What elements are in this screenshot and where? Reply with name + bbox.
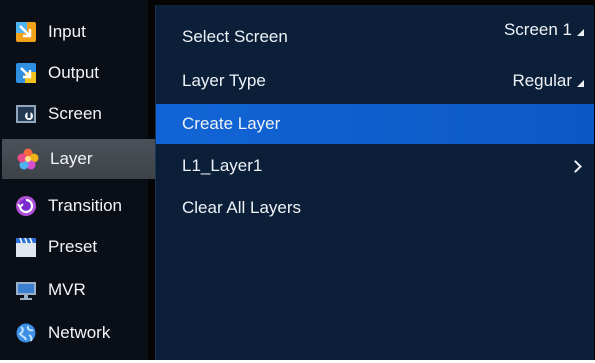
- input-icon: [16, 22, 36, 42]
- sidebar-item-screen[interactable]: Screen: [0, 94, 148, 134]
- chevron-right-icon: [569, 159, 582, 173]
- layer-type-label: Layer Type: [182, 71, 266, 90]
- layer-item-label: L1_Layer1: [182, 156, 263, 175]
- layer-list-item[interactable]: L1_Layer1: [156, 146, 594, 186]
- layer-type-row[interactable]: Layer Type Regular: [156, 61, 594, 101]
- mvr-icon: [16, 282, 36, 300]
- sidebar: Input Output Screen Layer Transition Pre…: [0, 0, 162, 360]
- sidebar-item-layer[interactable]: Layer: [2, 139, 162, 179]
- sidebar-item-label: Transition: [48, 196, 123, 215]
- clear-all-layers-button[interactable]: Clear All Layers: [156, 188, 594, 228]
- layer-type-dropdown[interactable]: Regular: [512, 71, 584, 91]
- preset-icon: [16, 237, 36, 257]
- dropdown-triangle-icon: [577, 79, 584, 87]
- clear-all-layers-label: Clear All Layers: [182, 198, 302, 217]
- sidebar-item-label: MVR: [48, 280, 86, 299]
- layer-icon: [17, 148, 39, 170]
- sidebar-item-label: Output: [48, 63, 100, 82]
- select-screen-row[interactable]: Select Screen Screen 1: [156, 17, 594, 57]
- create-layer-label: Create Layer: [182, 114, 281, 133]
- screen-icon: [16, 105, 36, 123]
- create-layer-button[interactable]: Create Layer: [156, 104, 594, 144]
- sidebar-item-transition[interactable]: Transition: [0, 186, 148, 226]
- app-window: Input Output Screen Layer Transition Pre…: [0, 0, 595, 360]
- sidebar-item-label: Network: [48, 323, 111, 342]
- network-icon: [16, 323, 36, 343]
- select-screen-value: Screen 1: [503, 20, 572, 39]
- transition-icon: [16, 196, 36, 216]
- sidebar-item-input[interactable]: Input: [0, 12, 148, 52]
- layer-settings-panel: Select Screen Screen 1 Layer Type Regula…: [155, 5, 594, 360]
- select-screen-label: Select Screen: [182, 27, 288, 46]
- sidebar-item-network[interactable]: Network: [0, 313, 148, 353]
- sidebar-item-label: Layer: [50, 149, 93, 168]
- layer-type-value: Regular: [512, 71, 572, 90]
- sidebar-item-label: Input: [48, 22, 86, 41]
- sidebar-item-mvr[interactable]: MVR: [0, 270, 148, 310]
- sidebar-item-label: Screen: [48, 104, 102, 123]
- output-icon: [16, 63, 36, 83]
- sidebar-item-label: Preset: [48, 237, 98, 256]
- dropdown-triangle-icon: [577, 28, 584, 36]
- sidebar-item-output[interactable]: Output: [0, 53, 148, 93]
- sidebar-item-preset[interactable]: Preset: [0, 227, 148, 267]
- select-screen-dropdown[interactable]: Screen 1: [504, 20, 584, 40]
